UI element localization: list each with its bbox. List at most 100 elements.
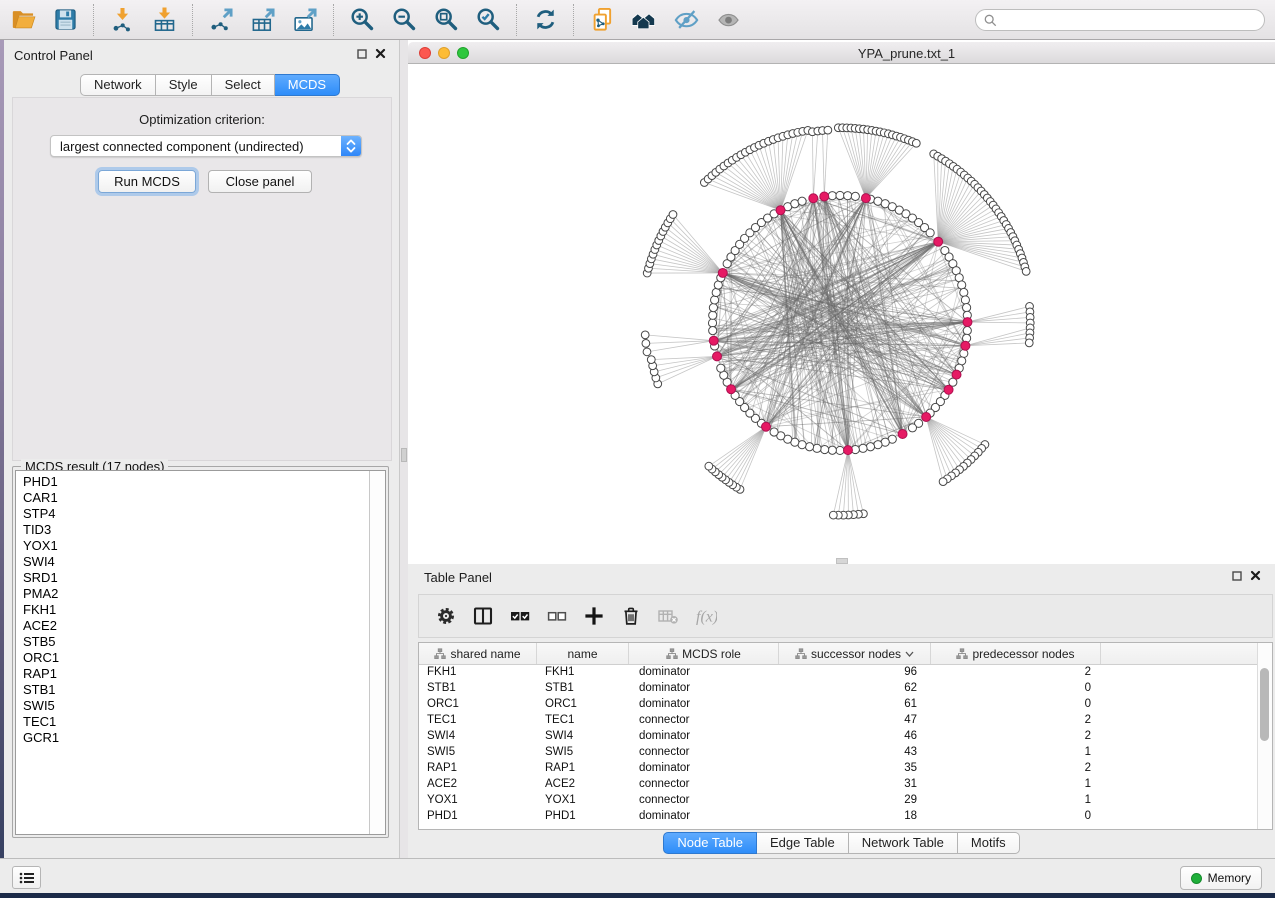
table-row[interactable]: YOX1YOX1connector291 [419,792,1258,808]
table-cell[interactable]: connector [629,712,779,728]
column-header-successor-nodes[interactable]: successor nodes [779,643,931,664]
table-cell[interactable]: connector [629,744,779,760]
float-table-panel-icon[interactable] [1232,571,1242,581]
run-mcds-button[interactable]: Run MCDS [98,170,196,193]
zoom-selected-button[interactable] [467,3,509,37]
table-cell[interactable]: dominator [629,664,779,680]
table-cell[interactable]: ORC1 [419,696,537,712]
memory-button[interactable]: Memory [1180,866,1262,890]
export-network-button[interactable] [200,3,242,37]
table-cell[interactable]: 29 [779,792,931,808]
table-cell[interactable]: 62 [779,680,931,696]
table-cell[interactable]: 43 [779,744,931,760]
table-row[interactable]: ACE2ACE2connector311 [419,776,1258,792]
show-all-button[interactable] [707,3,749,37]
table-cell[interactable]: 2 [931,760,1101,776]
refresh-button[interactable] [524,3,566,37]
close-table-panel-icon[interactable] [1250,570,1261,581]
table-cell[interactable]: 96 [779,664,931,680]
add-column-button[interactable] [575,598,612,634]
table-row[interactable]: PHD1PHD1dominator180 [419,808,1258,824]
result-list-scrollbar[interactable] [369,471,385,834]
result-list-item[interactable]: SWI4 [16,554,370,570]
table-cell[interactable]: dominator [629,680,779,696]
result-list-item[interactable]: ORC1 [16,650,370,666]
column-header-shared-name[interactable]: shared name [419,643,537,664]
table-scrollbar-thumb[interactable] [1260,668,1269,741]
table-scrollbar[interactable] [1257,643,1272,829]
result-list-item[interactable]: STB5 [16,634,370,650]
tab-select[interactable]: Select [212,74,275,96]
result-list-item[interactable]: CAR1 [16,490,370,506]
table-cell[interactable]: 2 [931,728,1101,744]
result-list-item[interactable]: TEC1 [16,714,370,730]
network-window-titlebar[interactable]: YPA_prune.txt_1 [408,42,1275,64]
result-list-item[interactable]: STP4 [16,506,370,522]
table-cell[interactable]: SWI5 [537,744,629,760]
network-graph[interactable] [408,64,1275,558]
table-cell[interactable]: 0 [931,680,1101,696]
table-settings-button[interactable] [427,598,464,634]
table-cell[interactable]: 2 [931,712,1101,728]
result-list-item[interactable]: SWI5 [16,698,370,714]
close-window-traffic-light[interactable] [419,47,431,59]
table-cell[interactable]: 2 [931,664,1101,680]
result-list-item[interactable]: TID3 [16,522,370,538]
result-list-item[interactable]: FKH1 [16,602,370,618]
table-cell[interactable]: RAP1 [419,760,537,776]
table-cell[interactable]: SWI4 [419,728,537,744]
result-list-item[interactable]: SRD1 [16,570,370,586]
table-row[interactable]: TEC1TEC1connector472 [419,712,1258,728]
deselect-all-button[interactable] [538,598,575,634]
select-all-button[interactable] [501,598,538,634]
vertical-splitter[interactable] [400,40,408,858]
close-panel-icon[interactable] [375,48,386,59]
table-row[interactable]: STB1STB1dominator620 [419,680,1258,696]
close-panel-button[interactable]: Close panel [208,170,312,193]
search-box[interactable] [975,9,1265,31]
tab-mcds[interactable]: MCDS [275,74,340,96]
tab-node-table[interactable]: Node Table [663,832,757,854]
mcds-result-list[interactable]: PHD1CAR1STP4TID3YOX1SWI4SRD1PMA2FKH1ACE2… [15,470,386,835]
zoom-in-button[interactable] [341,3,383,37]
export-table-button[interactable] [242,3,284,37]
result-list-item[interactable]: PHD1 [16,474,370,490]
table-row[interactable]: FKH1FKH1dominator962 [419,664,1258,680]
table-cell[interactable]: TEC1 [537,712,629,728]
table-cell[interactable]: 35 [779,760,931,776]
result-list-item[interactable]: YOX1 [16,538,370,554]
table-cell[interactable]: FKH1 [419,664,537,680]
table-cell[interactable]: YOX1 [537,792,629,808]
save-button[interactable] [44,3,86,37]
table-row[interactable]: ORC1ORC1dominator610 [419,696,1258,712]
zoom-out-button[interactable] [383,3,425,37]
table-cell[interactable]: 1 [931,744,1101,760]
table-row[interactable]: SWI4SWI4dominator462 [419,728,1258,744]
zoom-fit-button[interactable] [425,3,467,37]
network-canvas[interactable] [408,64,1275,558]
tab-network-table[interactable]: Network Table [849,832,958,854]
splitter-handle[interactable] [401,448,407,462]
open-button[interactable] [2,3,44,37]
table-cell[interactable]: STB1 [419,680,537,696]
table-row[interactable]: SWI5SWI5connector431 [419,744,1258,760]
table-cell[interactable]: SWI4 [537,728,629,744]
import-table-button[interactable] [143,3,185,37]
zoom-window-traffic-light[interactable] [457,47,469,59]
table-cell[interactable]: ORC1 [537,696,629,712]
table-cell[interactable]: SWI5 [419,744,537,760]
tab-style[interactable]: Style [156,74,212,96]
table-cell[interactable]: 0 [931,696,1101,712]
table-cell[interactable]: ACE2 [419,776,537,792]
table-cell[interactable]: YOX1 [419,792,537,808]
search-input[interactable] [1001,11,1264,29]
float-panel-icon[interactable] [357,49,367,59]
table-cell[interactable]: ACE2 [537,776,629,792]
minimize-window-traffic-light[interactable] [438,47,450,59]
result-list-item[interactable]: ACE2 [16,618,370,634]
delete-column-button[interactable] [612,598,649,634]
table-cell[interactable]: dominator [629,808,779,824]
task-history-button[interactable] [12,866,41,889]
column-header-MCDS-role[interactable]: MCDS role [629,643,779,664]
table-cell[interactable]: TEC1 [419,712,537,728]
